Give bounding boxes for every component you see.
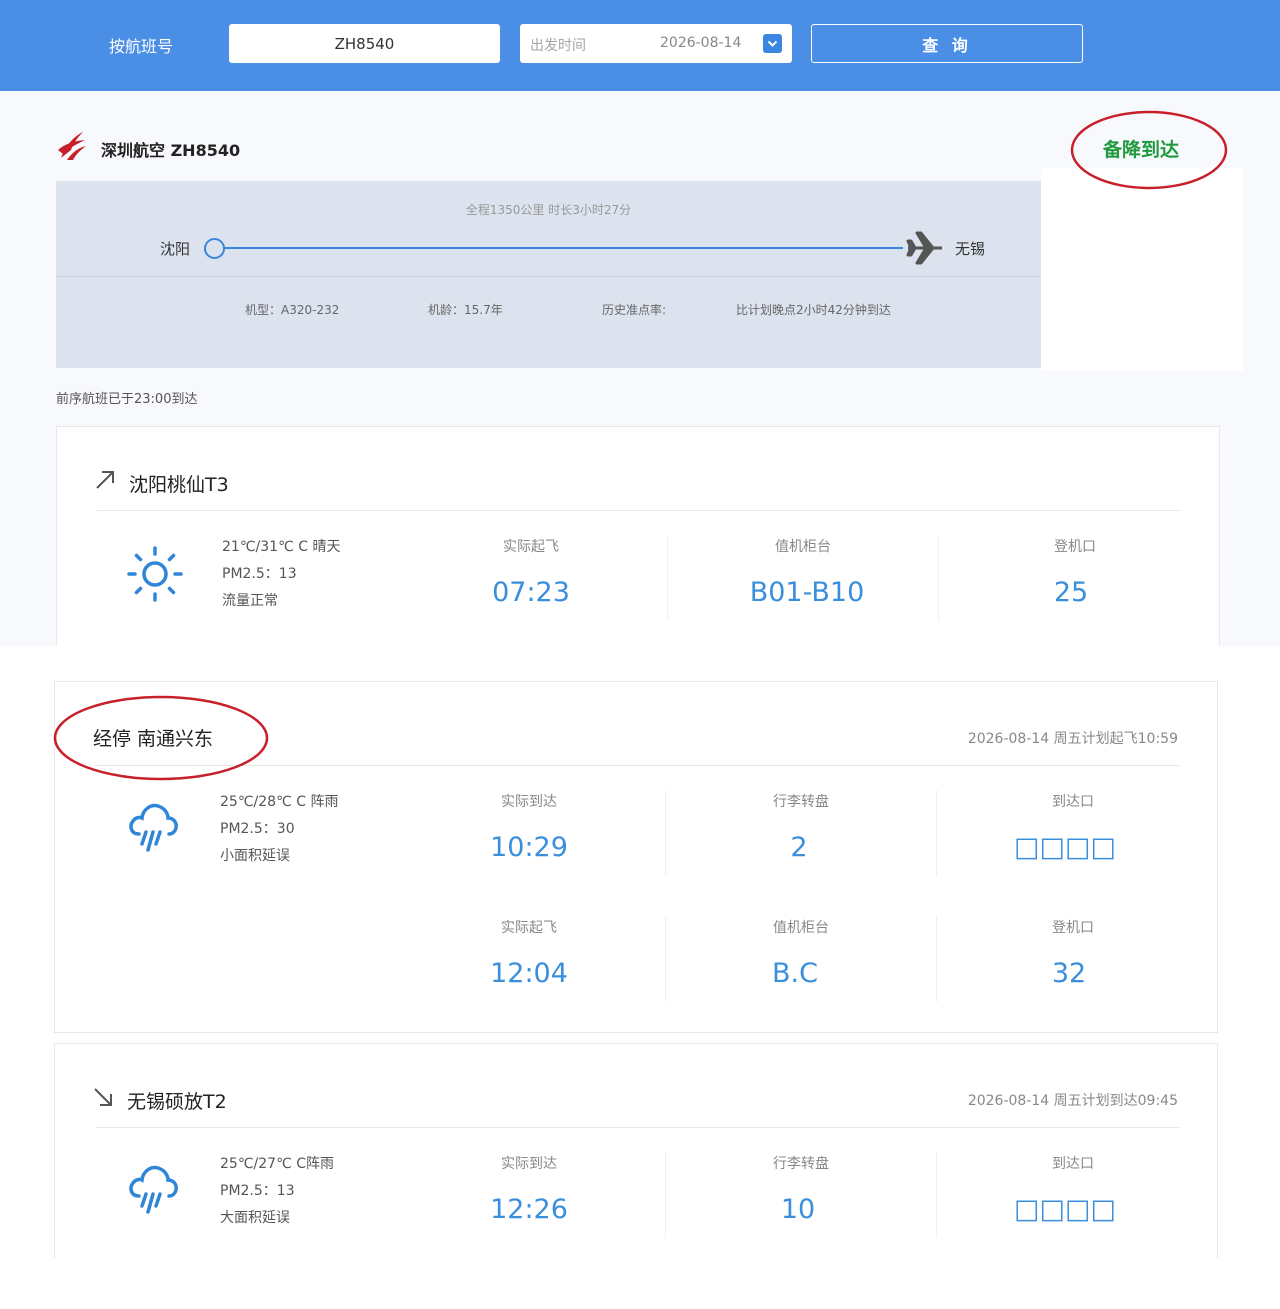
card-divider	[95, 1127, 1179, 1128]
stopover-annotation-ellipse	[53, 695, 269, 781]
origin-actual-departure: 07:23	[492, 577, 570, 608]
destination-airport-card: 无锡硕放T2 2026-08-14 周五计划到达09:45 25℃/27℃ C阵…	[54, 1043, 1218, 1258]
destination-pm25: PM2.5：13	[220, 1183, 295, 1199]
status-annotation-ellipse	[1070, 110, 1228, 190]
on-time-rate: 历史准点率:	[602, 303, 667, 317]
origin-airport-card: 沈阳桃仙T3 21℃/31℃ C 晴天 PM2.5：13 流量正常 实际起飞 0…	[56, 426, 1220, 646]
stopover-pm25: PM2.5：30	[220, 821, 295, 837]
side-panel	[1041, 168, 1243, 371]
destination-airport-name: 无锡硕放T2	[127, 1091, 227, 1113]
date-value: 2026-08-14	[660, 35, 742, 51]
destination-temp-weather: 25℃/27℃ C阵雨	[220, 1156, 335, 1172]
origin-checkin-counter: B01-B10	[749, 577, 865, 608]
column-separator	[936, 916, 937, 1002]
destination-flow-status: 大面积延误	[220, 1210, 290, 1226]
destination-date-info: 2026-08-14 周五计划到达09:45	[967, 1093, 1178, 1109]
stopover-actual-arrival: 10:29	[490, 832, 568, 863]
column-separator	[938, 535, 939, 621]
query-button[interactable]: 查 询	[811, 24, 1083, 63]
distance-duration: 全程1350公里 时长3小时27分	[465, 203, 632, 217]
origin-col2-label: 值机柜台	[775, 539, 831, 555]
origin-temp-weather: 21℃/31℃ C 晴天	[222, 539, 341, 555]
origin-col1-label: 实际起飞	[503, 539, 559, 555]
stopover-arrival-exit: □□□□	[1013, 832, 1117, 863]
dropdown-chevron-icon[interactable]	[763, 34, 782, 53]
card-divider	[97, 510, 1181, 511]
origin-boarding-gate: 25	[1053, 577, 1089, 608]
origin-pm25: PM2.5：13	[222, 566, 297, 582]
airline-logo-icon	[58, 132, 86, 160]
column-separator	[665, 790, 666, 876]
origin-flow-status: 流量正常	[222, 593, 278, 609]
origin-weather-info: 21℃/31℃ C 晴天 PM2.5：13 流量正常	[222, 534, 340, 615]
destination-actual-arrival: 12:26	[490, 1194, 568, 1225]
date-placeholder: 出发时间	[530, 38, 586, 54]
stopover-checkin-counter: B.C	[772, 958, 818, 989]
airline-flight-title: 深圳航空 ZH8540	[101, 141, 241, 160]
column-separator	[936, 790, 937, 876]
stopover-temp-weather: 25℃/28℃ C 阵雨	[220, 794, 339, 810]
departure-dot	[204, 238, 225, 259]
column-separator	[936, 1152, 937, 1238]
stopover-flow-status: 小面积延误	[220, 848, 290, 864]
column-separator	[665, 916, 666, 1002]
destination-col2-label: 行李转盘	[773, 1156, 829, 1172]
route-divider	[56, 276, 1041, 277]
arrival-arrow-icon	[94, 1088, 112, 1106]
stopover-row1-col1-label: 实际到达	[501, 794, 557, 810]
stopover-row1-col3-label: 到达口	[1052, 794, 1094, 810]
departure-date-picker[interactable]: 出发时间 2026-08-14	[520, 24, 792, 63]
departure-arrow-icon	[96, 471, 114, 489]
stopover-row2-col3-label: 登机口	[1052, 920, 1094, 936]
column-separator	[667, 535, 668, 621]
aircraft-type: 机型：A320-232	[245, 303, 340, 317]
stopover-boarding-gate: 32	[1051, 958, 1087, 989]
stopover-weather-info: 25℃/28℃ C 阵雨 PM2.5：30 小面积延误	[220, 789, 338, 870]
plane-icon	[906, 231, 942, 265]
search-bar: 按航班号 出发时间 2026-08-14 查 询	[0, 0, 1280, 91]
destination-col3-label: 到达口	[1052, 1156, 1094, 1172]
rain-cloud-icon	[129, 803, 178, 852]
column-separator	[665, 1152, 666, 1238]
route-line	[224, 247, 903, 249]
destination-baggage-carousel: 10	[780, 1194, 816, 1225]
stopover-row2-col2-label: 值机柜台	[773, 920, 829, 936]
destination-weather-info: 25℃/27℃ C阵雨 PM2.5：13 大面积延误	[220, 1151, 334, 1232]
previous-flight-note: 前序航班已于23:00到达	[56, 392, 198, 407]
route-panel: 全程1350公里 时长3小时27分 沈阳 无锡 机型：A320-232 机龄：1…	[56, 181, 1041, 368]
stopover-row2-col1-label: 实际起飞	[501, 920, 557, 936]
arrival-city: 无锡	[955, 240, 986, 258]
departure-city: 沈阳	[160, 240, 191, 258]
flight-number-input[interactable]	[229, 24, 500, 63]
stopover-date-info: 2026-08-14 周五计划起飞10:59	[967, 731, 1178, 747]
stopover-row1-col2-label: 行李转盘	[773, 794, 829, 810]
origin-col3-label: 登机口	[1054, 539, 1096, 555]
search-mode-label: 按航班号	[109, 37, 174, 56]
stopover-actual-departure: 12:04	[490, 958, 568, 989]
delay-note: 比计划晚点2小时42分钟到达	[736, 303, 891, 317]
destination-col1-label: 实际到达	[501, 1156, 557, 1172]
rain-cloud-icon	[129, 1165, 178, 1214]
stopover-baggage-carousel: 2	[790, 832, 808, 863]
aircraft-age: 机龄：15.7年	[428, 303, 503, 317]
destination-arrival-exit: □□□□	[1013, 1194, 1117, 1225]
sun-icon	[127, 546, 183, 602]
origin-airport-name: 沈阳桃仙T3	[129, 474, 229, 496]
